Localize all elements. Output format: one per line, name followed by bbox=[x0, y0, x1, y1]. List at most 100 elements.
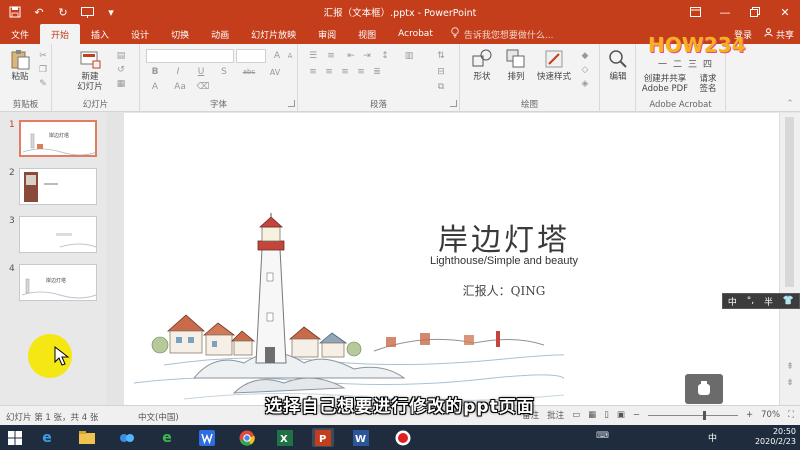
pane-splitter[interactable] bbox=[106, 113, 124, 405]
scrollbar-thumb[interactable] bbox=[785, 117, 794, 287]
section-icon[interactable]: ▦ bbox=[114, 78, 128, 90]
word-icon[interactable]: W bbox=[350, 428, 372, 447]
ime-mode[interactable]: 中 bbox=[728, 295, 737, 308]
columns-icon[interactable]: ▥ bbox=[402, 50, 416, 62]
tab-animations[interactable]: 动画 bbox=[200, 24, 240, 44]
align-left-icon[interactable]: ≡ bbox=[306, 66, 320, 78]
align-right-icon[interactable]: ≡ bbox=[338, 66, 352, 78]
justify-icon[interactable]: ≡ bbox=[354, 66, 368, 78]
language-indicator[interactable]: 中文(中国) bbox=[138, 411, 179, 423]
tray-keyboard-icon[interactable]: ⌨ bbox=[596, 431, 609, 441]
customize-qat-icon[interactable]: ▾ bbox=[104, 5, 118, 19]
ribbon-display-options-icon[interactable] bbox=[680, 0, 710, 24]
tab-transitions[interactable]: 切换 bbox=[160, 24, 200, 44]
tab-file[interactable]: 文件 bbox=[0, 24, 40, 44]
ime-shirt-icon[interactable]: 👕 bbox=[783, 296, 794, 306]
tab-acrobat[interactable]: Acrobat bbox=[387, 24, 444, 44]
tab-insert[interactable]: 插入 bbox=[80, 24, 120, 44]
bold-button[interactable]: B bbox=[148, 66, 162, 78]
underline-button[interactable]: U bbox=[194, 66, 208, 78]
tab-home[interactable]: 开始 bbox=[40, 24, 81, 44]
browser-360-icon[interactable]: e bbox=[156, 428, 178, 447]
ime-toolbar[interactable]: 中 °, 半 👕 bbox=[722, 293, 800, 309]
slideshow-view-icon[interactable]: ▣ bbox=[617, 410, 625, 420]
paste-button[interactable]: 粘贴 bbox=[6, 48, 34, 82]
zoom-out-icon[interactable]: − bbox=[633, 410, 640, 420]
copy-icon[interactable]: ❐ bbox=[36, 64, 50, 76]
tab-slideshow[interactable]: 幻灯片放映 bbox=[240, 24, 307, 44]
slide-thumbnail-3[interactable] bbox=[19, 216, 97, 253]
shapes-button[interactable]: 形状 bbox=[468, 48, 496, 82]
tray-date[interactable]: 2020/2/23 bbox=[755, 437, 796, 447]
create-share-pdf-button[interactable]: 创建并共享 Adobe PDF bbox=[638, 74, 692, 94]
zoom-slider-knob[interactable] bbox=[703, 410, 707, 420]
powerpoint-icon[interactable]: P bbox=[312, 428, 334, 447]
tell-me-box[interactable]: 告诉我您想要做什么... bbox=[450, 24, 553, 44]
chrome-icon[interactable] bbox=[236, 428, 258, 447]
redo-icon[interactable]: ↻ bbox=[56, 5, 70, 19]
editing-button[interactable]: 编辑 bbox=[604, 48, 632, 82]
tab-review[interactable]: 审阅 bbox=[307, 24, 347, 44]
vertical-scrollbar[interactable]: ⇞ ⇟ bbox=[779, 113, 800, 405]
start-slideshow-icon[interactable] bbox=[80, 5, 94, 19]
increase-indent-icon[interactable]: ⇥ bbox=[360, 50, 374, 62]
ime-width[interactable]: 半 bbox=[764, 295, 773, 308]
text-color-button[interactable]: A bbox=[148, 81, 162, 93]
slide-thumbnail-4[interactable]: 岸边灯塔 bbox=[19, 264, 97, 301]
reset-icon[interactable]: ↺ bbox=[114, 64, 128, 76]
font-size-combo[interactable] bbox=[236, 49, 266, 63]
layout-icon[interactable]: ▤ bbox=[114, 50, 128, 62]
prev-slide-icon[interactable]: ⇞ bbox=[783, 361, 797, 373]
arrange-button[interactable]: 排列 bbox=[502, 48, 530, 82]
excel-icon[interactable]: X bbox=[274, 428, 296, 447]
tab-design[interactable]: 设计 bbox=[120, 24, 160, 44]
explorer-icon[interactable] bbox=[76, 428, 98, 447]
text-direction-icon[interactable]: ⇅ bbox=[434, 50, 448, 62]
wps-icon[interactable] bbox=[196, 428, 218, 447]
ie-icon[interactable]: e bbox=[36, 428, 58, 447]
zoom-in-icon[interactable]: + bbox=[746, 410, 753, 420]
undo-icon[interactable]: ↶ bbox=[32, 5, 46, 19]
shape-fill-icon[interactable]: ◆ bbox=[578, 50, 592, 62]
align-text-icon[interactable]: ⊟ bbox=[434, 66, 448, 78]
request-signature-button[interactable]: 请求 签名 bbox=[694, 74, 722, 94]
numbering-icon[interactable]: ≡ bbox=[324, 50, 338, 62]
next-slide-icon[interactable]: ⇟ bbox=[783, 377, 797, 389]
zoom-slider[interactable] bbox=[648, 410, 739, 420]
new-slide-button[interactable]: 新建 幻灯片 bbox=[70, 48, 110, 92]
italic-button[interactable]: I bbox=[171, 66, 185, 78]
shadow-button[interactable]: S bbox=[217, 66, 231, 78]
slide-thumbnail-2[interactable] bbox=[19, 168, 97, 205]
smartart-icon[interactable]: ⧉ bbox=[434, 81, 448, 93]
slide-canvas[interactable]: 岸边灯塔 Lighthouse/Simple and beauty 汇报人：QI… bbox=[124, 113, 779, 405]
cut-icon[interactable]: ✂ bbox=[36, 50, 50, 62]
bullets-icon[interactable]: ☰ bbox=[306, 50, 320, 62]
shape-outline-icon[interactable]: ◇ bbox=[578, 64, 592, 76]
restore-icon[interactable] bbox=[740, 0, 770, 24]
windows-start-icon[interactable] bbox=[4, 428, 26, 447]
line-spacing-icon[interactable]: ↕ bbox=[378, 50, 392, 62]
change-case-button[interactable]: Aa bbox=[171, 81, 189, 93]
tray-time[interactable]: 20:50 bbox=[755, 427, 796, 437]
format-painter-icon[interactable]: ✎ bbox=[36, 78, 50, 90]
shape-effects-icon[interactable]: ◈ bbox=[578, 78, 592, 90]
decrease-indent-icon[interactable]: ⇤ bbox=[344, 50, 358, 62]
font-name-combo[interactable] bbox=[146, 49, 234, 63]
tab-view[interactable]: 视图 bbox=[347, 24, 387, 44]
fit-slide-icon[interactable]: ⛶ bbox=[788, 410, 794, 420]
character-spacing-button[interactable]: AV bbox=[268, 66, 282, 78]
ime-punct[interactable]: °, bbox=[747, 296, 754, 306]
quick-styles-button[interactable]: 快速样式 bbox=[534, 48, 574, 82]
increase-font-icon[interactable]: A bbox=[270, 50, 284, 62]
screen-recorder-icon[interactable] bbox=[392, 428, 414, 447]
strikethrough-button[interactable]: abc bbox=[242, 66, 256, 78]
align-center-icon[interactable]: ≡ bbox=[322, 66, 336, 78]
slide-thumbnail-1[interactable]: 岸边灯塔 bbox=[19, 120, 97, 157]
share-button[interactable]: 共享 bbox=[764, 28, 794, 41]
distribute-icon[interactable]: ≣ bbox=[370, 66, 384, 78]
minimize-icon[interactable]: — bbox=[710, 0, 740, 24]
save-icon[interactable] bbox=[8, 5, 22, 19]
tray-ime[interactable]: 中 bbox=[708, 431, 717, 444]
decrease-font-icon[interactable]: A bbox=[283, 50, 297, 62]
close-icon[interactable]: ✕ bbox=[770, 0, 800, 24]
